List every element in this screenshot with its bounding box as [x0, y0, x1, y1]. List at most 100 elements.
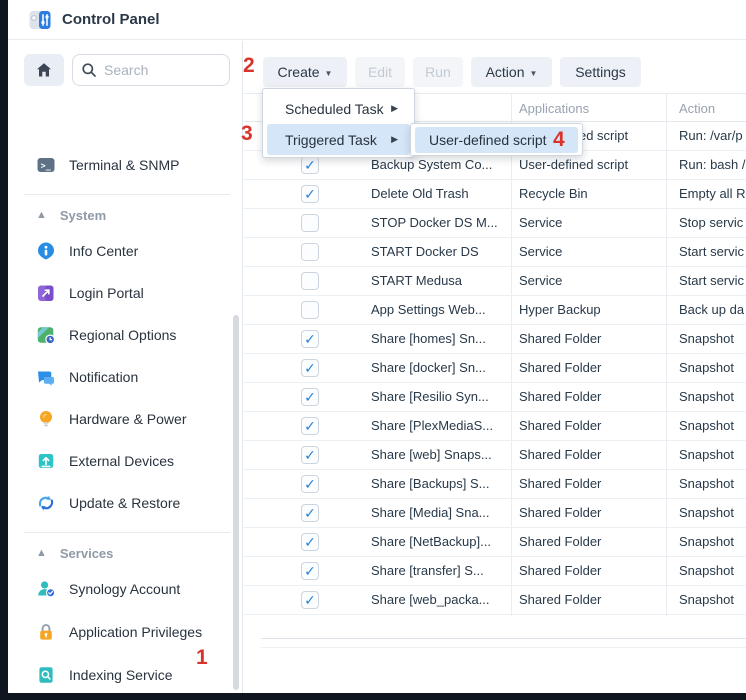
task-name-cell: Share [PlexMediaS...: [371, 418, 493, 433]
applications-cell: Hyper Backup: [519, 302, 601, 317]
table-row[interactable]: App Settings Web...Hyper BackupBack up d…: [244, 296, 746, 325]
enabled-checkbox-unchecked[interactable]: [301, 243, 319, 261]
applications-cell: Shared Folder: [519, 389, 601, 404]
enabled-checkbox-checked[interactable]: ✓: [301, 330, 319, 348]
action-cell: Empty all R: [679, 186, 745, 201]
applications-cell: Service: [519, 244, 562, 259]
settings-button[interactable]: Settings: [560, 57, 641, 87]
column-header-action[interactable]: Action: [679, 101, 715, 116]
notification-icon: [36, 367, 56, 387]
chevron-down-icon: ▼: [530, 69, 538, 78]
sidebar-nav: >_Terminal & SNMP ▲System Info Center Login…: [8, 96, 242, 693]
table-row[interactable]: START Docker DSServiceStart servic: [244, 238, 746, 267]
sidebar-item-regional-options[interactable]: Regional Options: [24, 321, 230, 349]
search-input[interactable]: [104, 62, 214, 78]
applications-cell: User-defined script: [519, 157, 628, 172]
info-center-icon: [36, 241, 56, 261]
table-row[interactable]: ✓Share [Backups] S...Shared FolderSnapsh…: [244, 470, 746, 499]
annotation-4: 4: [553, 128, 565, 152]
sidebar-item-label: Info Center: [69, 243, 138, 259]
sidebar-item-update-restore[interactable]: Update & Restore: [24, 489, 230, 517]
button-label: Edit: [368, 64, 392, 80]
annotation-2: 2: [243, 54, 255, 78]
table-row[interactable]: ✓Share [web_packa...Shared FolderSnapsho…: [244, 586, 746, 615]
table-row[interactable]: ✓Share [PlexMediaS...Shared FolderSnapsh…: [244, 412, 746, 441]
table-bottom-line: [261, 638, 746, 639]
synology-account-icon: [36, 579, 56, 599]
task-name-cell: Backup System Co...: [371, 157, 492, 172]
column-header-applications[interactable]: Applications: [519, 101, 589, 116]
sidebar-item-application-privileges[interactable]: Application Privileges: [24, 618, 230, 646]
sidebar-item-terminal-snmp[interactable]: >_Terminal & SNMP: [24, 151, 230, 179]
table-row[interactable]: START MedusaServiceStart servic: [244, 267, 746, 296]
sidebar-item-external-devices[interactable]: External Devices: [24, 447, 230, 475]
search-box[interactable]: [72, 54, 230, 86]
create-button[interactable]: Create▼: [263, 57, 347, 87]
enabled-checkbox-unchecked[interactable]: [301, 301, 319, 319]
enabled-checkbox-checked[interactable]: ✓: [301, 504, 319, 522]
action-cell: Run: bash /: [679, 157, 746, 172]
terminal-icon: >_: [36, 155, 56, 175]
table-row[interactable]: ✓Share [docker] Sn...Shared FolderSnapsh…: [244, 354, 746, 383]
menu-item-triggered-task[interactable]: Triggered Task▶: [267, 124, 410, 155]
sidebar-item-synology-account[interactable]: Synology Account: [24, 575, 230, 603]
sidebar-divider: [24, 532, 230, 533]
table-row[interactable]: ✓Delete Old TrashRecycle BinEmpty all R: [244, 180, 746, 209]
sidebar-item-label: Application Privileges: [69, 624, 202, 640]
table-row[interactable]: STOP Docker DS M...ServiceStop servic: [244, 209, 746, 238]
control-panel-icon: [28, 8, 52, 32]
enabled-checkbox-checked[interactable]: ✓: [301, 417, 319, 435]
page-title: Control Panel: [62, 11, 160, 28]
table-row[interactable]: ✓Share [transfer] S...Shared FolderSnaps…: [244, 557, 746, 586]
enabled-checkbox-unchecked[interactable]: [301, 272, 319, 290]
create-menu: Scheduled Task▶Triggered Task▶: [262, 88, 415, 158]
sidebar-item-info-center[interactable]: Info Center: [24, 237, 230, 265]
edit-button: Edit: [355, 57, 405, 87]
table-row[interactable]: ✓Share [Media] Sna...Shared FolderSnapsh…: [244, 499, 746, 528]
chevron-down-icon: ▼: [325, 69, 333, 78]
table-row[interactable]: ✓Share [NetBackup]...Shared FolderSnapsh…: [244, 528, 746, 557]
sidebar-group-services[interactable]: ▲Services: [36, 543, 226, 563]
menu-item-scheduled-task[interactable]: Scheduled Task▶: [267, 93, 410, 124]
action-cell: Start servic: [679, 273, 744, 288]
enabled-checkbox-checked[interactable]: ✓: [301, 359, 319, 377]
task-name-cell: Share [transfer] S...: [371, 563, 484, 578]
titlebar: Control Panel: [8, 0, 746, 40]
task-name-cell: Share [web] Snaps...: [371, 447, 492, 462]
action-cell: Snapshot: [679, 331, 734, 346]
enabled-checkbox-checked[interactable]: ✓: [301, 475, 319, 493]
task-name-cell: START Docker DS: [371, 244, 479, 259]
home-icon: [35, 61, 53, 79]
home-button[interactable]: [24, 54, 64, 86]
enabled-checkbox-checked[interactable]: ✓: [301, 388, 319, 406]
table-row[interactable]: ✓Share [web] Snaps...Shared FolderSnapsh…: [244, 441, 746, 470]
annotation-1: 1: [196, 646, 208, 670]
table-row[interactable]: ✓Share [Resilio Syn...Shared FolderSnaps…: [244, 383, 746, 412]
sidebar-item-notification[interactable]: Notification: [24, 363, 230, 391]
task-name-cell: Share [Backups] S...: [371, 476, 490, 491]
enabled-checkbox-checked[interactable]: ✓: [301, 591, 319, 609]
submenu-arrow-icon: ▶: [391, 103, 398, 114]
sidebar-scrollbar[interactable]: [233, 315, 239, 690]
action-cell: Stop servic: [679, 215, 743, 230]
submenu-item-label: User-defined script: [429, 132, 547, 148]
task-name-cell: Share [Media] Sna...: [371, 505, 490, 520]
enabled-checkbox-checked[interactable]: ✓: [301, 185, 319, 203]
enabled-checkbox-checked[interactable]: ✓: [301, 562, 319, 580]
action-button[interactable]: Action ▼: [471, 57, 552, 87]
enabled-checkbox-checked[interactable]: ✓: [301, 533, 319, 551]
enabled-checkbox-checked[interactable]: ✓: [301, 156, 319, 174]
sidebar-item-label: Hardware & Power: [69, 411, 187, 427]
table-row[interactable]: ✓Share [homes] Sn...Shared FolderSnapsho…: [244, 325, 746, 354]
sidebar-group-system[interactable]: ▲System: [36, 205, 226, 225]
action-cell: Snapshot: [679, 389, 734, 404]
applications-cell: Service: [519, 215, 562, 230]
action-cell: Back up da: [679, 302, 744, 317]
main-panel: Create▼EditRunAction▼Settings Applicatio…: [244, 41, 746, 693]
sidebar-item-hardware-power[interactable]: Hardware & Power: [24, 405, 230, 433]
applications-cell: Shared Folder: [519, 505, 601, 520]
button-label: Action: [486, 64, 525, 80]
enabled-checkbox-unchecked[interactable]: [301, 214, 319, 232]
sidebar-item-login-portal[interactable]: Login Portal: [24, 279, 230, 307]
enabled-checkbox-checked[interactable]: ✓: [301, 446, 319, 464]
